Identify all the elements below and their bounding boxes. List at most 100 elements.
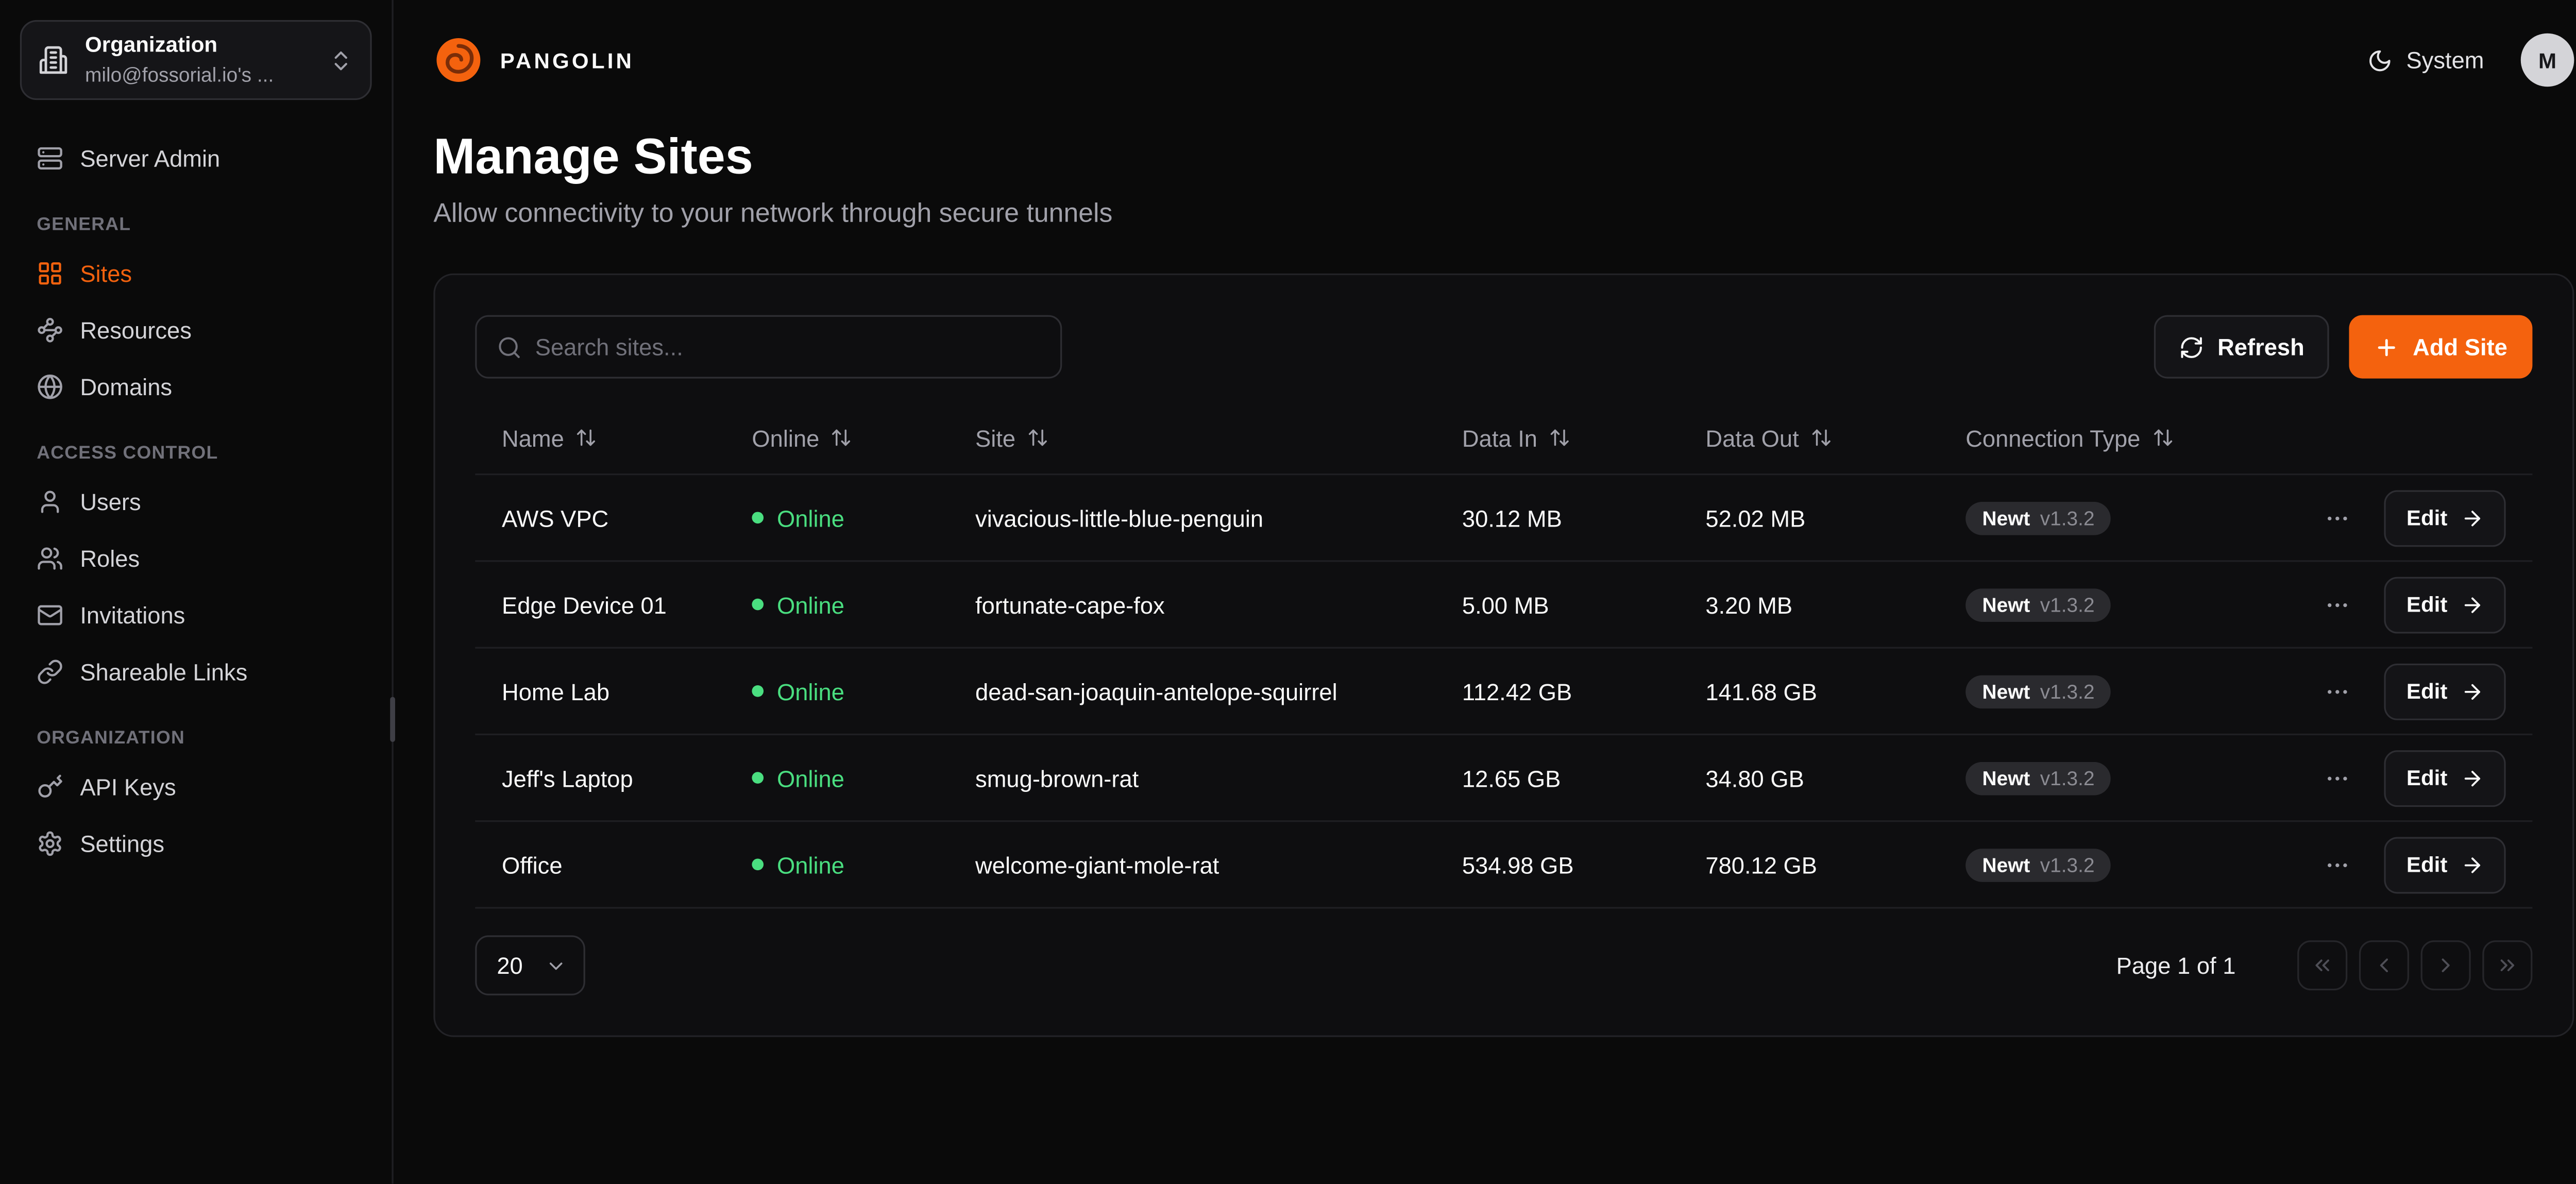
- refresh-button[interactable]: Refresh: [2154, 315, 2329, 379]
- row-menu-button[interactable]: [2318, 584, 2358, 624]
- arrow-right-icon: [2461, 680, 2484, 703]
- server-icon: [37, 145, 63, 172]
- status-label: Online: [777, 504, 844, 531]
- row-actions: Edit: [2292, 750, 2533, 806]
- column-header-label: Site: [975, 425, 1015, 451]
- user-icon: [37, 488, 63, 515]
- name-cell: Jeff's Laptop: [475, 765, 725, 791]
- row-menu-button[interactable]: [2318, 498, 2358, 538]
- connection-version: v1.3.2: [2040, 854, 2095, 874]
- column-header-online[interactable]: Online: [725, 425, 949, 451]
- arrow-right-icon: [2461, 766, 2484, 789]
- sort-icon: [1810, 427, 1832, 448]
- row-actions: Edit: [2292, 489, 2533, 546]
- page-subtitle: Allow connectivity to your network throu…: [433, 200, 2574, 230]
- edit-button[interactable]: Edit: [2385, 663, 2506, 719]
- theme-label: System: [2406, 47, 2484, 74]
- organization-selector[interactable]: Organization milo@fossorial.io's ...: [20, 20, 372, 100]
- column-header-label: Name: [502, 425, 564, 451]
- connection-client: Newt: [1982, 508, 2030, 528]
- sort-icon: [831, 427, 853, 448]
- last-page-button[interactable]: [2482, 940, 2532, 990]
- column-header-site[interactable]: Site: [948, 425, 1435, 451]
- page-size-select[interactable]: 20: [475, 935, 585, 995]
- sites-card: Refresh Add Site Name: [433, 274, 2574, 1037]
- brand[interactable]: PANGOLIN: [433, 35, 634, 85]
- topbar-right: System M: [2368, 33, 2574, 87]
- connection-version: v1.3.2: [2040, 595, 2095, 615]
- theme-switcher[interactable]: System: [2368, 47, 2484, 74]
- avatar[interactable]: M: [2521, 33, 2574, 87]
- status-label: Online: [777, 591, 844, 618]
- connection-type-badge: Newt v1.3.2: [1965, 501, 2111, 534]
- connection-version: v1.3.2: [2040, 681, 2095, 701]
- add-site-button[interactable]: Add Site: [2349, 315, 2532, 379]
- grid-icon: [37, 260, 63, 287]
- building-icon: [38, 45, 68, 75]
- section-label-access-control: ACCESS CONTROL: [37, 444, 355, 464]
- row-actions: Edit: [2292, 576, 2533, 633]
- pagination: Page 1 of 1: [2116, 940, 2533, 990]
- table-row: AWS VPC Online vivacious-little-blue-pen…: [475, 475, 2532, 562]
- sidebar-item-settings[interactable]: Settings: [20, 815, 372, 872]
- first-page-button[interactable]: [2297, 940, 2347, 990]
- connection-type-cell: Newt v1.3.2: [1939, 674, 2291, 708]
- online-dot-icon: [752, 772, 764, 784]
- key-icon: [37, 773, 63, 800]
- column-header-data-in[interactable]: Data In: [1435, 425, 1679, 451]
- name-cell: Home Lab: [475, 678, 725, 704]
- sidebar-item-invitations[interactable]: Invitations: [20, 587, 372, 644]
- edit-button[interactable]: Edit: [2385, 836, 2506, 893]
- sidebar-item-label: Settings: [80, 831, 164, 857]
- brand-name: PANGOLIN: [500, 47, 634, 73]
- search-input[interactable]: [535, 333, 1040, 360]
- chevrons-left-icon: [2311, 954, 2334, 977]
- status-label: Online: [777, 765, 844, 791]
- next-page-button[interactable]: [2421, 940, 2471, 990]
- sidebar-item-label: Roles: [80, 545, 140, 572]
- sidebar-item-label: API Keys: [80, 773, 176, 800]
- status-cell: Online: [725, 678, 949, 704]
- add-site-button-label: Add Site: [2413, 333, 2507, 360]
- sidebar-item-roles[interactable]: Roles: [20, 530, 372, 587]
- edit-button[interactable]: Edit: [2385, 576, 2506, 633]
- organization-subtitle: milo@fossorial.io's ...: [85, 63, 274, 87]
- column-header-connection-type[interactable]: Connection Type: [1939, 425, 2479, 451]
- sidebar-item-domains[interactable]: Domains: [20, 359, 372, 415]
- online-dot-icon: [752, 859, 764, 871]
- column-header-data-out[interactable]: Data Out: [1679, 425, 1939, 451]
- edit-button-label: Edit: [2406, 765, 2447, 790]
- data-out-cell: 52.02 MB: [1679, 504, 1939, 531]
- row-menu-button[interactable]: [2318, 671, 2358, 711]
- sidebar-item-shareable-links[interactable]: Shareable Links: [20, 644, 372, 700]
- name-cell: AWS VPC: [475, 504, 725, 531]
- sidebar-item-sites[interactable]: Sites: [20, 245, 372, 302]
- edit-button[interactable]: Edit: [2385, 489, 2506, 546]
- search-box: [475, 315, 1062, 379]
- pangolin-logo-icon: [433, 35, 483, 85]
- edit-button[interactable]: Edit: [2385, 750, 2506, 806]
- edit-button-label: Edit: [2406, 505, 2447, 530]
- sidebar-item-server-admin[interactable]: Server Admin: [20, 130, 372, 187]
- sidebar-item-api-keys[interactable]: API Keys: [20, 758, 372, 815]
- main-area: PANGOLIN System M Manage Sites Allow con…: [394, 0, 2576, 1184]
- column-header-name[interactable]: Name: [475, 425, 725, 451]
- online-dot-icon: [752, 512, 764, 523]
- page-content: Manage Sites Allow connectivity to your …: [394, 120, 2576, 1077]
- sidebar-item-resources[interactable]: Resources: [20, 302, 372, 359]
- table-row: Office Online welcome-giant-mole-rat 534…: [475, 822, 2532, 908]
- connection-client: Newt: [1982, 681, 2030, 701]
- plus-icon: [2375, 334, 2400, 360]
- prev-page-button[interactable]: [2359, 940, 2409, 990]
- chevrons-right-icon: [2496, 954, 2519, 977]
- moon-icon: [2368, 47, 2393, 73]
- sort-icon: [1027, 427, 1049, 448]
- data-out-cell: 141.68 GB: [1679, 678, 1939, 704]
- data-in-cell: 30.12 MB: [1435, 504, 1679, 531]
- sidebar-item-users[interactable]: Users: [20, 473, 372, 530]
- row-menu-button[interactable]: [2318, 844, 2358, 885]
- row-menu-button[interactable]: [2318, 758, 2358, 798]
- sidebar-scrollbar-thumb[interactable]: [390, 697, 395, 742]
- status-label: Online: [777, 851, 844, 878]
- name-cell: Office: [475, 851, 725, 878]
